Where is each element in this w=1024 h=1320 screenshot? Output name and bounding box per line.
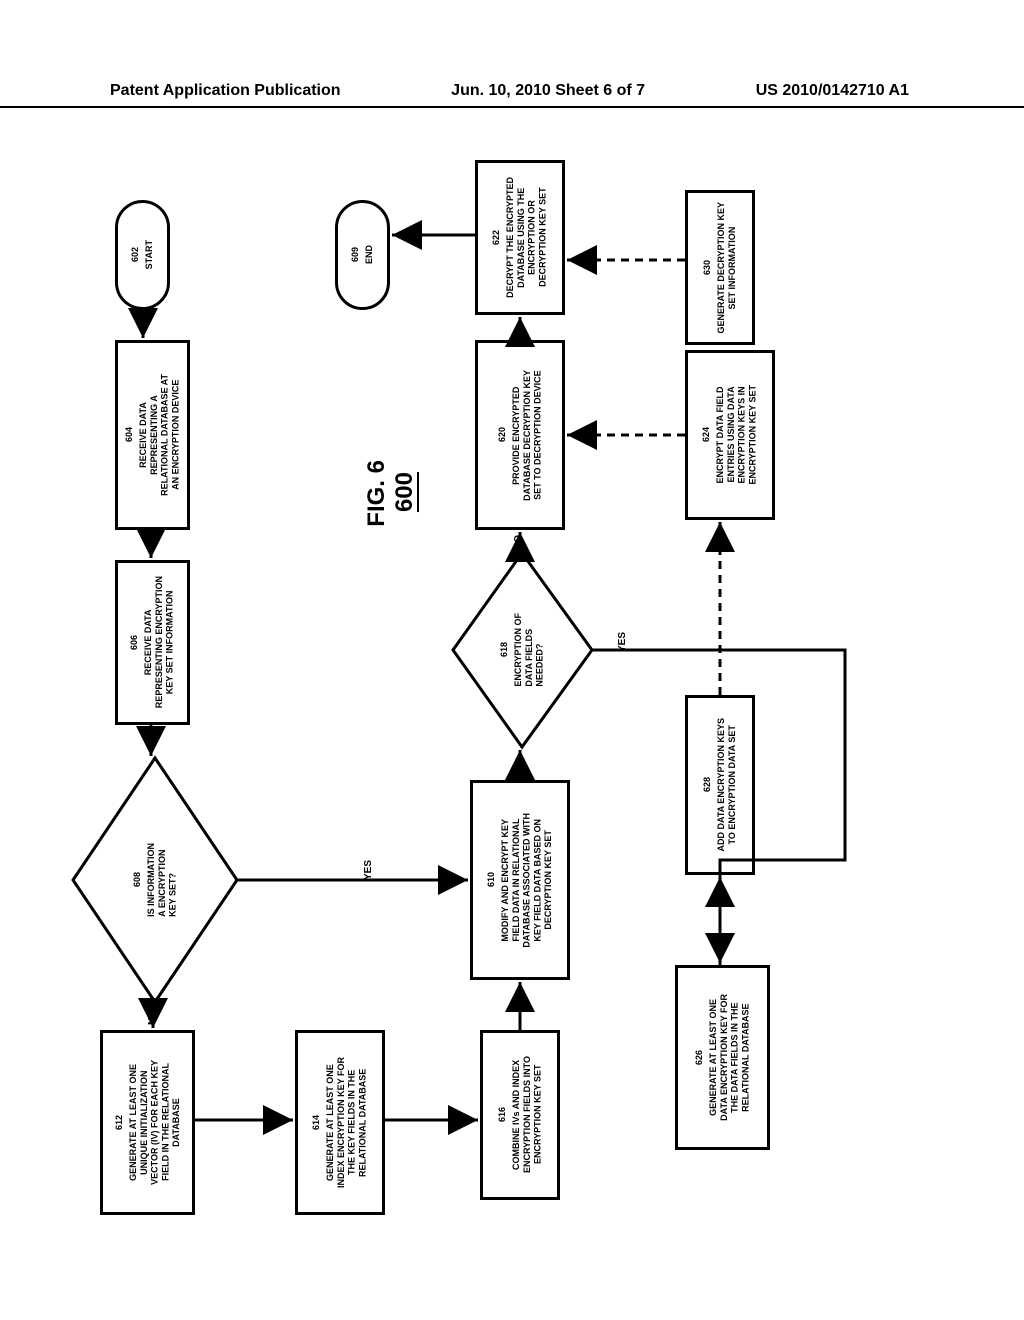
- process-628: 628 ADD DATA ENCRYPTION KEYS TO ENCRYPTI…: [685, 695, 755, 875]
- process-604: 604 RECEIVE DATA REPRESENTING A RELATION…: [115, 340, 190, 530]
- node-label: ENCRYPTION OF DATA FIELDS NEEDED?: [513, 613, 545, 687]
- decision-608: 608 IS INFORMATION A ENCRYPTION KEY SET?: [70, 755, 240, 1005]
- node-num: 606: [129, 635, 139, 650]
- node-label: START: [144, 240, 155, 269]
- header-right: US 2010/0142710 A1: [756, 82, 909, 100]
- node-label: DECRYPT THE ENCRYPTED DATABASE USING THE…: [505, 177, 548, 298]
- node-label: GENERATE AT LEAST ONE INDEX ENCRYPTION K…: [325, 1057, 368, 1188]
- node-num: 624: [701, 427, 711, 442]
- node-num: 628: [702, 777, 712, 792]
- node-label: RECEIVE DATA REPRESENTING A RELATIONAL D…: [138, 374, 181, 496]
- edge-label-no: NO: [513, 535, 524, 550]
- node-num: 608: [132, 872, 142, 887]
- node-label: COMBINE IVs AND INDEX ENCRYPTION FIELDS …: [511, 1056, 543, 1173]
- node-label: GENERATE AT LEAST ONE DATA ENCRYPTION KE…: [708, 994, 751, 1121]
- node-num: 616: [497, 1107, 507, 1122]
- process-622: 622 DECRYPT THE ENCRYPTED DATABASE USING…: [475, 160, 565, 315]
- node-label: END: [364, 245, 375, 264]
- node-label: PROVIDE ENCRYPTED DATABASE DECRYPTION KE…: [511, 370, 543, 501]
- node-label: GENERATE AT LEAST ONE UNIQUE INITIALIZAT…: [128, 1060, 182, 1185]
- figure-number: 600: [391, 472, 419, 512]
- node-label: RECEIVE DATA REPRESENTING ENCRYPTION KEY…: [143, 576, 175, 708]
- process-620: 620 PROVIDE ENCRYPTED DATABASE DECRYPTIO…: [475, 340, 565, 530]
- node-label: IS INFORMATION A ENCRYPTION KEY SET?: [146, 843, 178, 917]
- node-num: 602: [130, 247, 140, 262]
- process-624: 624 ENCRYPT DATA FIELD ENTRIES USING DAT…: [685, 350, 775, 520]
- page-header: Patent Application Publication Jun. 10, …: [0, 82, 1024, 108]
- process-626: 626 GENERATE AT LEAST ONE DATA ENCRYPTIO…: [675, 965, 770, 1150]
- decision-618: 618 ENCRYPTION OF DATA FIELDS NEEDED?: [450, 550, 595, 750]
- node-label: ENCRYPT DATA FIELD ENTRIES USING DATA EN…: [715, 385, 758, 485]
- node-num: 604: [124, 427, 134, 442]
- figure-title: FIG. 6: [363, 460, 391, 527]
- header-left: Patent Application Publication: [110, 82, 341, 100]
- header-center: Jun. 10, 2010 Sheet 6 of 7: [451, 82, 645, 100]
- node-num: 618: [499, 642, 509, 657]
- process-614: 614 GENERATE AT LEAST ONE INDEX ENCRYPTI…: [295, 1030, 385, 1215]
- flowchart-diagram: FIG. 6 600 602 START 609 END 604 RECEIVE…: [115, 160, 885, 1160]
- node-num: 630: [702, 260, 712, 275]
- node-num: 614: [311, 1115, 321, 1130]
- process-610: 610 MODIFY AND ENCRYPT KEY FIELD DATA IN…: [470, 780, 570, 980]
- process-612: 612 GENERATE AT LEAST ONE UNIQUE INITIAL…: [100, 1030, 195, 1215]
- edge-label-yes: YES: [363, 860, 374, 880]
- node-num: 609: [350, 247, 360, 262]
- node-label: ADD DATA ENCRYPTION KEYS TO ENCRYPTION D…: [716, 718, 738, 852]
- process-606: 606 RECEIVE DATA REPRESENTING ENCRYPTION…: [115, 560, 190, 725]
- terminator-start: 602 START: [115, 200, 170, 310]
- node-num: 626: [694, 1050, 704, 1065]
- edge-label-no: NO: [147, 1010, 158, 1025]
- node-label: GENERATE DECRYPTION KEY SET INFORMATION: [716, 202, 738, 334]
- node-label: MODIFY AND ENCRYPT KEY FIELD DATA IN REL…: [500, 813, 554, 948]
- edge-label-yes: YES: [617, 632, 628, 652]
- node-num: 620: [497, 427, 507, 442]
- node-num: 610: [486, 872, 496, 887]
- node-num: 612: [114, 1115, 124, 1130]
- page: Patent Application Publication Jun. 10, …: [0, 0, 1024, 1320]
- terminator-end: 609 END: [335, 200, 390, 310]
- process-616: 616 COMBINE IVs AND INDEX ENCRYPTION FIE…: [480, 1030, 560, 1200]
- process-630: 630 GENERATE DECRYPTION KEY SET INFORMAT…: [685, 190, 755, 345]
- node-num: 622: [491, 230, 501, 245]
